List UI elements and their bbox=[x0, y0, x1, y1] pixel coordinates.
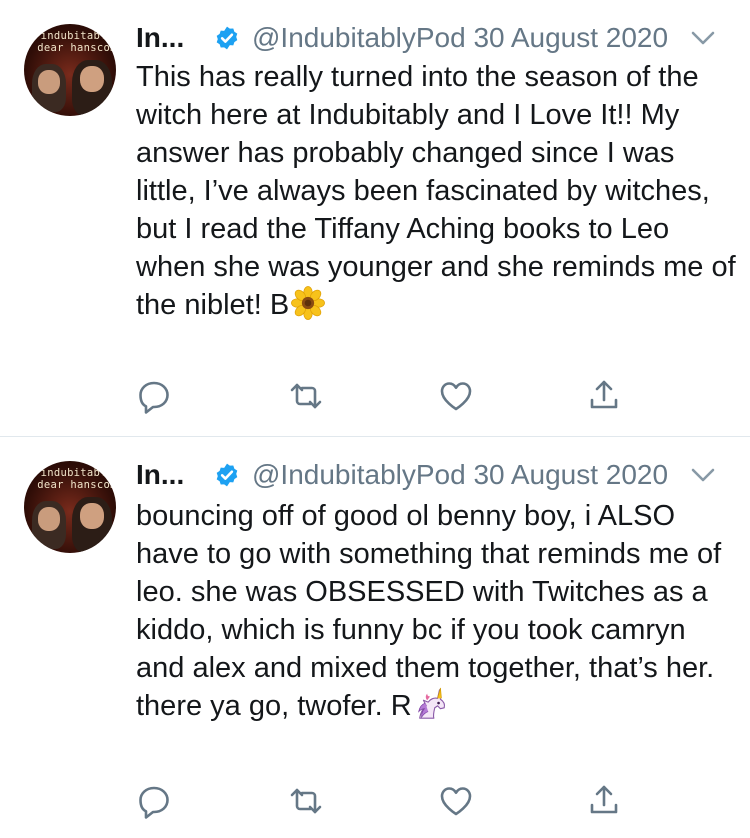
retweet-button[interactable] bbox=[288, 783, 324, 819]
retweet-icon bbox=[290, 788, 322, 814]
retweet-button[interactable] bbox=[288, 378, 324, 414]
tweet[interactable]: indubitably dear hanscom In... @Indubita… bbox=[0, 0, 750, 436]
share-button[interactable] bbox=[586, 783, 622, 819]
like-icon bbox=[440, 382, 472, 411]
avatar[interactable]: indubitably dear hanscom bbox=[24, 24, 116, 116]
tweet-header: In... @IndubitablyPod 30 August 2020 bbox=[136, 21, 726, 55]
tweet-text: This has really turned into the season o… bbox=[136, 58, 736, 324]
tweet[interactable]: indubitably dear hanscom In... @Indubita… bbox=[0, 437, 750, 838]
handle-and-date[interactable]: @IndubitablyPod 30 August 2020 bbox=[252, 21, 668, 55]
share-button[interactable] bbox=[586, 378, 622, 414]
author-name[interactable]: In... bbox=[136, 21, 184, 55]
verified-badge-icon bbox=[216, 26, 238, 50]
share-icon bbox=[590, 785, 618, 814]
chevron-down-icon[interactable] bbox=[690, 466, 716, 484]
tweet-actions bbox=[136, 783, 636, 819]
author-name[interactable]: In... bbox=[136, 458, 184, 492]
like-icon bbox=[440, 787, 472, 816]
share-icon bbox=[590, 380, 618, 409]
chevron-down-icon[interactable] bbox=[690, 29, 716, 47]
verified-badge-icon bbox=[216, 463, 238, 487]
reply-button[interactable] bbox=[136, 378, 172, 414]
avatar[interactable]: indubitably dear hanscom bbox=[24, 461, 116, 553]
tweet-actions bbox=[136, 378, 636, 414]
unicorn-emoji-icon bbox=[417, 687, 445, 719]
avatar-text: indubitably dear hanscom bbox=[37, 467, 116, 491]
tweet-text: bouncing off of good ol benny boy, i ALS… bbox=[136, 497, 736, 725]
reply-icon bbox=[139, 786, 169, 819]
tweet-text-content: This has really turned into the season o… bbox=[136, 61, 736, 321]
reply-button[interactable] bbox=[136, 783, 172, 819]
like-button[interactable] bbox=[438, 783, 474, 819]
reply-icon bbox=[139, 381, 169, 414]
like-button[interactable] bbox=[438, 378, 474, 414]
tweet-header: In... @IndubitablyPod 30 August 2020 bbox=[136, 458, 726, 492]
avatar-text: indubitably dear hanscom bbox=[37, 30, 116, 54]
sunflower-emoji-icon bbox=[291, 286, 326, 320]
retweet-icon bbox=[290, 383, 322, 409]
handle-and-date[interactable]: @IndubitablyPod 30 August 2020 bbox=[252, 458, 668, 492]
